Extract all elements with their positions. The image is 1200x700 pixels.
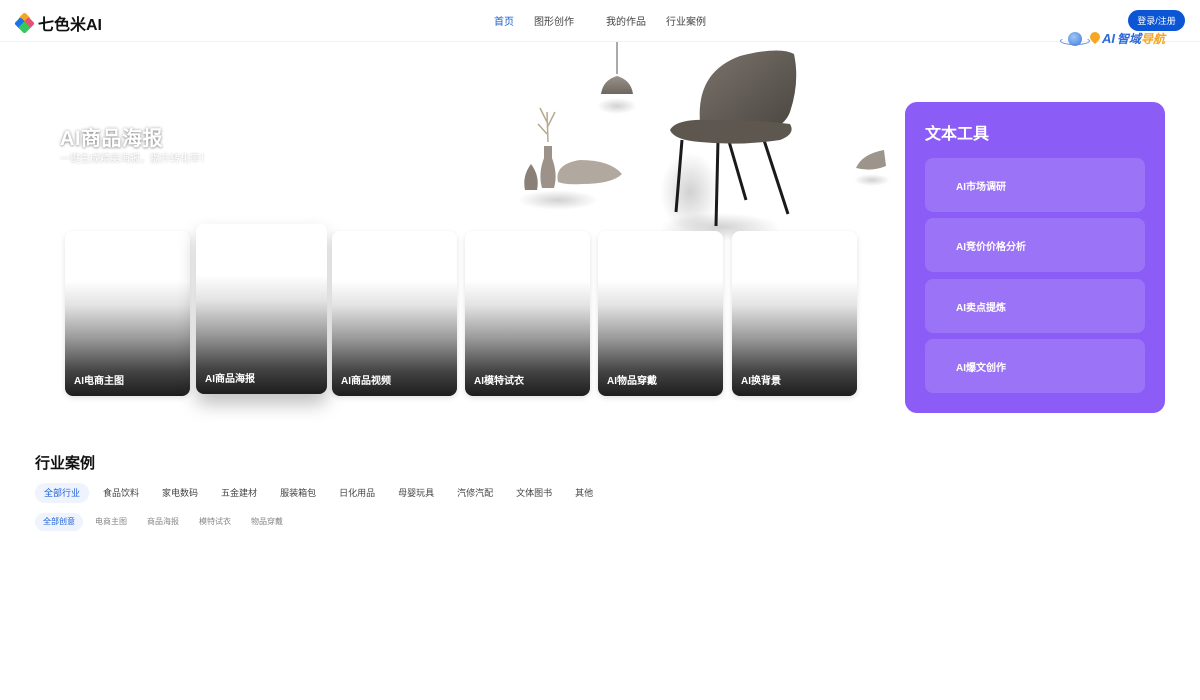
- logo-icon: [14, 12, 35, 34]
- card-model-try-on[interactable]: AI模特试衣: [465, 231, 590, 396]
- tool-market-research[interactable]: AI市场调研: [925, 158, 1145, 212]
- card-ecommerce-main-image[interactable]: AI电商主图: [65, 231, 190, 396]
- filter-all-creative[interactable]: 全部创意: [35, 513, 83, 531]
- location-pin-icon: [1090, 32, 1100, 46]
- tool-viral-article-creation[interactable]: AI爆文创作: [925, 339, 1145, 393]
- main-nav: 首页 图形创作 我的作品 行业案例: [494, 13, 726, 28]
- decor-shadow: [518, 190, 598, 210]
- hero-illustration: [518, 42, 890, 241]
- brand-badge-accent: 导航: [1141, 32, 1166, 46]
- card-label: AI物品穿戴: [607, 376, 657, 387]
- top-header: 七色米AI 首页 图形创作 我的作品 行业案例 登录/注册: [0, 0, 1200, 42]
- brand-badge-text: 智域导航: [1117, 30, 1165, 47]
- chair-leg-4: [760, 133, 790, 215]
- nav-home[interactable]: 首页: [494, 13, 514, 28]
- tool-label: AI竞价价格分析: [956, 242, 1026, 253]
- filter-auto-parts[interactable]: 汽修汽配: [448, 483, 502, 503]
- tool-selling-point-extraction[interactable]: AI卖点提炼: [925, 279, 1145, 333]
- filter-appliances-digital[interactable]: 家电数码: [153, 483, 207, 503]
- tall-vase: [540, 146, 556, 188]
- globe-icon: [1060, 31, 1090, 47]
- brand-badge[interactable]: AI 智域导航: [1060, 30, 1165, 47]
- card-label: AI换背景: [741, 376, 781, 387]
- nav-graphic-creation[interactable]: 图形创作: [534, 13, 574, 28]
- chair-leg-2: [714, 139, 720, 227]
- filter-baby-toys[interactable]: 母婴玩具: [389, 483, 443, 503]
- filter-hardware-building[interactable]: 五金建材: [212, 483, 266, 503]
- tool-label: AI卖点提炼: [956, 303, 1006, 314]
- chair-seat: [670, 119, 792, 144]
- nav-my-works[interactable]: 我的作品: [606, 13, 646, 28]
- filter-apparel-bags[interactable]: 服装箱包: [271, 483, 325, 503]
- card-background-replace[interactable]: AI换背景: [732, 231, 857, 396]
- dried-branch: [537, 107, 556, 143]
- card-label: AI商品海报: [205, 374, 255, 385]
- creative-type-filters: 全部创意 电商主图 商品海报 模特试衣 物品穿戴: [35, 513, 295, 531]
- tool-label: AI市场调研: [956, 182, 1006, 193]
- tool-label: AI爆文创作: [956, 363, 1006, 374]
- pendant-lamp: [601, 76, 633, 94]
- card-label: AI电商主图: [74, 376, 124, 387]
- filter-ecommerce-main[interactable]: 电商主图: [87, 513, 135, 531]
- nav-industry-cases[interactable]: 行业案例: [666, 13, 706, 28]
- logo[interactable]: 七色米AI: [14, 11, 103, 35]
- filter-all-industries[interactable]: 全部行业: [35, 483, 90, 503]
- chair-shadow-2: [660, 152, 720, 232]
- filter-model-try-on[interactable]: 模特试衣: [191, 513, 239, 531]
- brand-badge-main: 智域: [1117, 32, 1142, 46]
- card-product-poster[interactable]: AI商品海报: [196, 224, 327, 394]
- text-tools-panel: 文本工具 AI市场调研 AI竞价价格分析 AI卖点提炼 AI爆文创作: [905, 102, 1165, 413]
- chair-leg-3: [726, 137, 748, 201]
- card-item-wearing[interactable]: AI物品穿戴: [598, 231, 723, 396]
- short-vase: [524, 164, 538, 190]
- filter-daily-chemicals[interactable]: 日化用品: [330, 483, 384, 503]
- card-product-video[interactable]: AI商品视频: [332, 231, 457, 396]
- lamp-shadow: [597, 98, 637, 114]
- filter-food-beverage[interactable]: 食品饮料: [94, 483, 148, 503]
- logo-text: 七色米AI: [38, 17, 103, 34]
- filter-product-poster[interactable]: 商品海报: [139, 513, 187, 531]
- industry-category-filters: 全部行业 食品饮料 家电数码 五金建材 服装箱包 日化用品 母婴玩具 汽修汽配 …: [35, 483, 607, 503]
- hero-subtitle: 一键生成精美海报，提升转化率！: [60, 154, 210, 165]
- login-register-button[interactable]: 登录/注册: [1128, 10, 1185, 31]
- pillow: [557, 160, 622, 185]
- card-label: AI模特试衣: [474, 376, 524, 387]
- hero-title: AI商品海报: [60, 128, 163, 150]
- text-tools-title: 文本工具: [925, 126, 990, 143]
- industry-cases-title: 行业案例: [35, 455, 96, 472]
- filter-other[interactable]: 其他: [566, 483, 602, 503]
- filter-item-wearing[interactable]: 物品穿戴: [243, 513, 291, 531]
- brand-badge-ai: AI: [1102, 31, 1115, 46]
- edge-pillow: [856, 150, 886, 170]
- card-label: AI商品视频: [341, 376, 391, 387]
- tool-bid-price-analysis[interactable]: AI竞价价格分析: [925, 218, 1145, 272]
- edge-pillow-shadow: [854, 174, 890, 186]
- filter-stationery-books[interactable]: 文体图书: [507, 483, 561, 503]
- chair-back: [699, 50, 797, 132]
